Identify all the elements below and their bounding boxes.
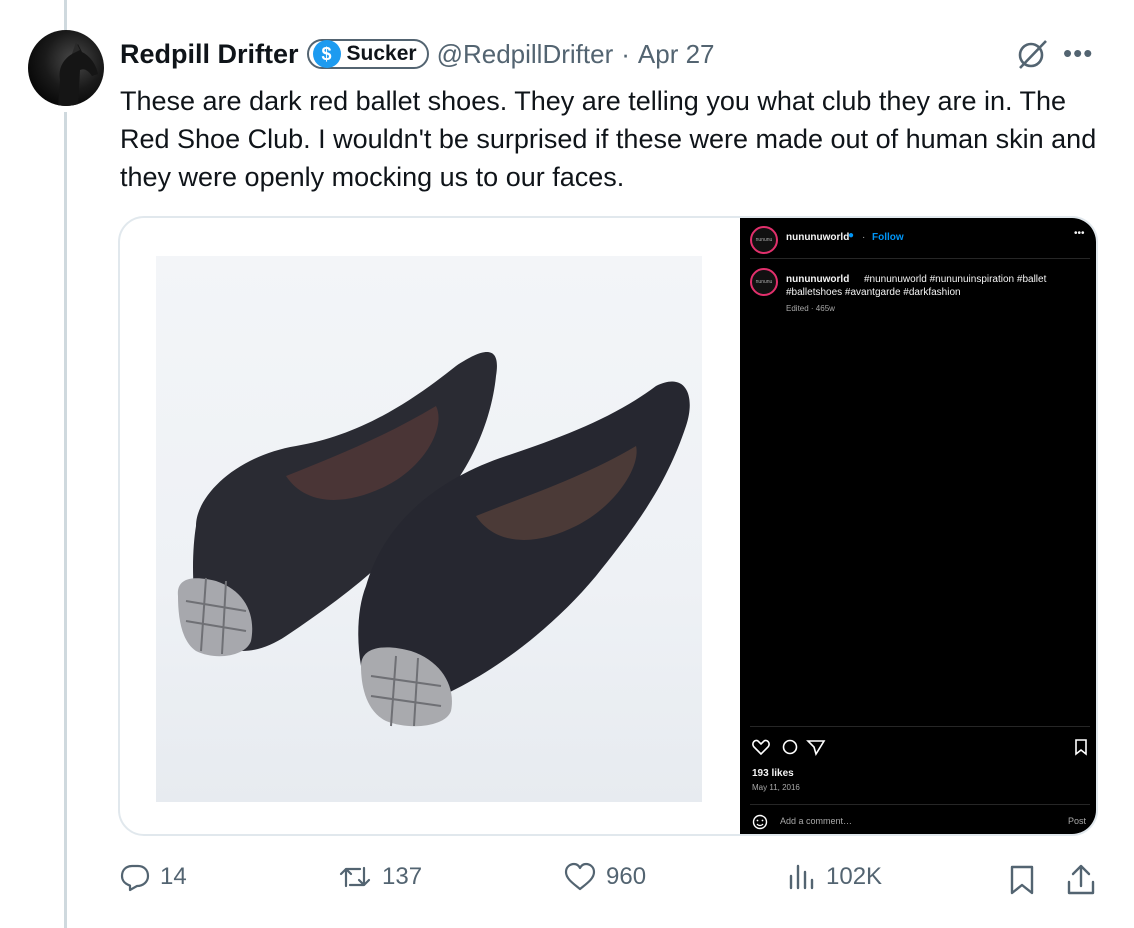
ig-more-icon[interactable]: ••• [1074,228,1085,239]
share-icon[interactable] [1066,864,1096,896]
instagram-post-panel: nununu nununuworld ● · Follow ••• nununu… [740,218,1096,834]
thread-line-top [64,0,67,30]
like-button[interactable]: 960 [564,862,646,892]
ig-divider-comment [750,804,1090,805]
tweet-text: These are dark red ballet shoes. They ar… [120,86,1097,192]
repost-count: 137 [382,863,423,890]
ig-caption-hashtags-2[interactable]: #balletshoes #avantgarde #darkfashion [786,287,961,298]
reply-icon [120,864,150,892]
bookmark-icon[interactable] [1008,864,1036,896]
ig-emoji-icon[interactable] [752,814,768,830]
views-button[interactable]: 102K [786,862,882,892]
ig-follow-button[interactable]: Follow [872,232,904,243]
media-attachment[interactable]: nununu nununuworld ● · Follow ••• nununu… [118,216,1098,836]
ig-comment-input[interactable]: Add a comment… [780,816,852,826]
ig-edited: Edited · 465w [786,304,835,313]
repost-button[interactable]: 137 [338,862,422,892]
ig-caption-avatar[interactable]: nununu [750,268,778,296]
verified-icon: ● [848,230,855,241]
ig-divider-bottom [750,726,1090,727]
reply-count: 14 [160,863,187,890]
tweet-date[interactable]: Apr 27 [638,39,715,70]
tweet-actions: 14 137 960 102K [0,862,1134,902]
separator: · [621,38,630,69]
repost-icon [339,866,371,888]
ig-avatar[interactable]: nununu [750,226,778,254]
badge-label: Sucker [346,42,417,65]
views-count: 102K [826,863,883,890]
subscriber-badge[interactable]: $ Sucker [306,39,429,69]
avatar[interactable] [28,30,104,106]
ig-caption-username[interactable]: nununuworld [786,274,849,285]
analytics-icon [789,864,814,890]
ig-post-button[interactable]: Post [1068,816,1086,826]
ig-post-date: May 11, 2016 [752,783,800,792]
ig-caption-hashtags[interactable]: #nununuworld #nununuinspiration #ballet [864,274,1046,285]
reply-button[interactable]: 14 [120,862,187,892]
heart-icon [564,862,596,891]
tweet-header: Redpill Drifter $ Sucker @RedpillDrifter… [120,34,715,74]
ig-username[interactable]: nununuworld [786,232,849,243]
ig-likes[interactable]: 193 likes [752,768,794,779]
ballet-shoes-photo[interactable] [156,256,702,802]
ig-save-icon[interactable] [1074,738,1088,756]
ig-dot: · [862,232,866,243]
ig-action-icons[interactable] [752,738,842,756]
horse-silhouette-icon [58,42,98,106]
author-name[interactable]: Redpill Drifter [120,39,299,70]
author-handle[interactable]: @RedpillDrifter [437,39,614,70]
grok-icon[interactable] [1014,36,1050,72]
ig-divider [750,258,1090,259]
dollar-icon: $ [312,40,341,68]
more-options-icon[interactable]: ••• [1063,38,1099,68]
like-count: 960 [606,863,647,890]
thread-line-bottom [64,112,67,928]
